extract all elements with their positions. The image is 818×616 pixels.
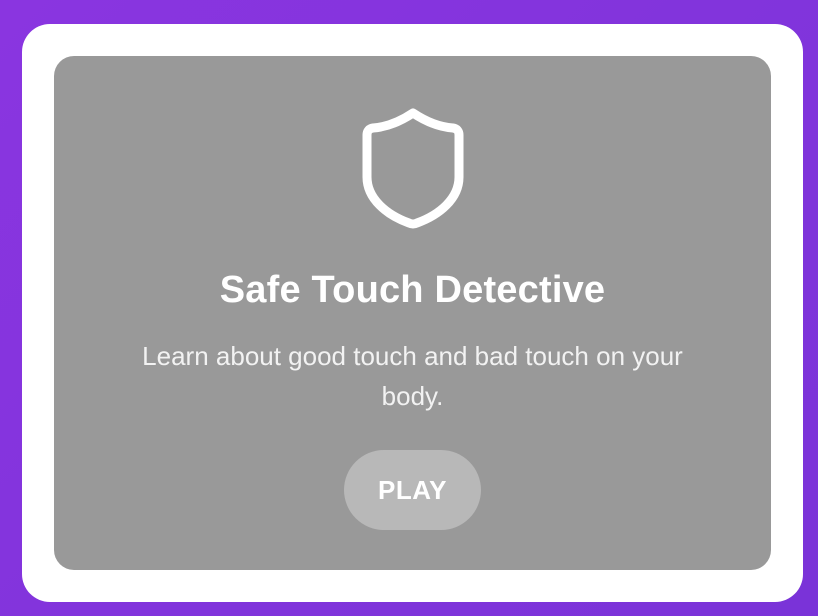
- game-card[interactable]: Safe Touch Detective Learn about good to…: [54, 56, 771, 570]
- game-title: Safe Touch Detective: [219, 269, 606, 311]
- game-description: Learn about good touch and bad touch on …: [142, 341, 683, 411]
- shield-icon: [360, 106, 466, 230]
- game-card-frame: Safe Touch Detective Learn about good to…: [22, 24, 803, 602]
- play-button[interactable]: PLAY: [344, 450, 481, 530]
